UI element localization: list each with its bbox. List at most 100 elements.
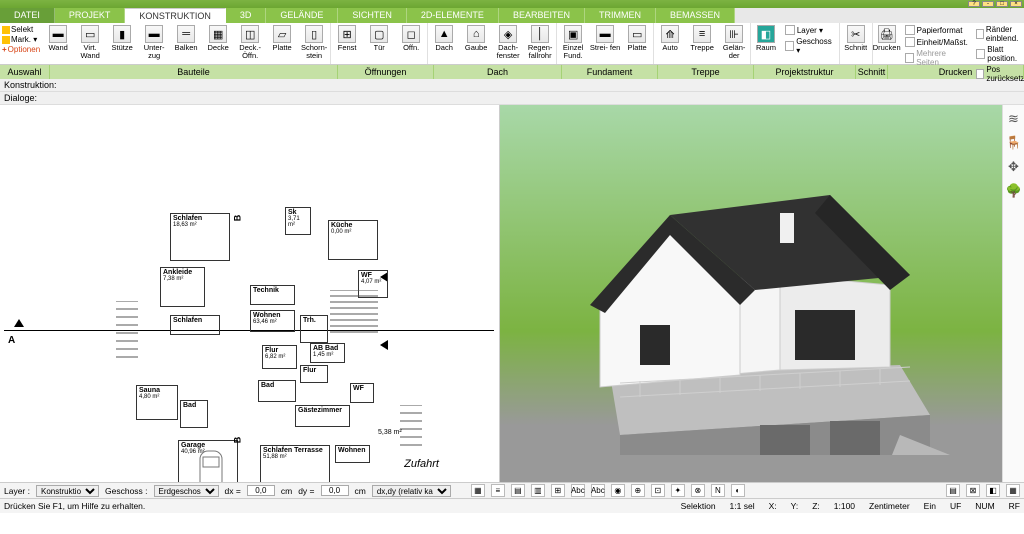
move-icon[interactable]: ✥ [1006, 159, 1022, 175]
schornstein-button[interactable]: ▯Schorn- stein [298, 23, 330, 64]
fenster-button[interactable]: ⊞Fenst [331, 23, 363, 64]
tab-3d[interactable]: 3D [226, 8, 267, 23]
room-box[interactable]: Wohnen [335, 445, 370, 463]
min-button[interactable]: - [982, 1, 994, 7]
gaube-button[interactable]: ⌂Gaube [460, 23, 492, 64]
room-box[interactable]: Flur6,82 m² [262, 345, 297, 369]
raum-button[interactable]: ◧Raum [751, 23, 781, 64]
blatt-button[interactable]: Blatt position. [976, 45, 1024, 63]
einzelfund-button[interactable]: ▣Einzel Fund. [557, 23, 589, 64]
layers-toggle-icon[interactable]: ≋ [1006, 111, 1022, 127]
furniture-icon[interactable]: 🪑 [1006, 135, 1022, 151]
room-name: Technik [253, 287, 292, 294]
tool-icon[interactable]: ✦ [671, 484, 685, 497]
papierformat-button[interactable]: Papierformat [905, 25, 968, 35]
tuer-button[interactable]: ▢Tür [363, 23, 395, 64]
3d-render-view[interactable] [500, 105, 1002, 482]
tab-sichten[interactable]: SICHTEN [338, 8, 407, 23]
tool-icon[interactable]: ◉ [611, 484, 625, 497]
tab-2d-elemente[interactable]: 2D-ELEMENTE [407, 8, 499, 23]
tool-icon[interactable]: ⊠ [966, 484, 980, 497]
room-box[interactable]: Trh. [300, 315, 328, 343]
tool-icon[interactable]: ⊡ [651, 484, 665, 497]
tab-gelaende[interactable]: GELÄNDE [266, 8, 338, 23]
tool-icon[interactable]: Abc [571, 484, 585, 497]
group-label-schnitt: Schnitt [856, 65, 888, 79]
selekt-button[interactable]: Selekt [11, 25, 33, 34]
tool-icon[interactable]: ▥ [531, 484, 545, 497]
room-box[interactable]: Flur [300, 365, 328, 383]
geschoss-select[interactable]: Erdgeschos [154, 485, 219, 497]
room-box[interactable]: Schlafen18,63 m² [170, 213, 230, 261]
dachfenster-button[interactable]: ◈Dach- fenster [492, 23, 524, 64]
mark-dropdown[interactable]: Mark. ▾ [11, 35, 37, 44]
room-box[interactable]: Wohnen63,46 m² [250, 310, 295, 332]
treppe-button[interactable]: ≡Treppe [686, 23, 718, 64]
room-box[interactable]: Bad [180, 400, 208, 428]
deckoeffn-button[interactable]: ◫Deck.- Öffn. [234, 23, 266, 64]
tool-icon[interactable]: ▦ [471, 484, 485, 497]
layer-select[interactable]: Konstruktio [36, 485, 99, 497]
status-bar: Drücken Sie F1, um Hilfe zu erhalten. Se… [0, 498, 1024, 513]
fallrohr-button[interactable]: │Regen- fallrohr [524, 23, 556, 64]
tool-icon[interactable]: ⊕ [631, 484, 645, 497]
tab-bearbeiten[interactable]: BEARBEITEN [499, 8, 585, 23]
tool-icon[interactable]: ◧ [986, 484, 1000, 497]
room-box[interactable]: Gästezimmer [295, 405, 350, 427]
help-button[interactable]: ? [968, 1, 980, 7]
unterzug-button[interactable]: ▬Unter- zug [138, 23, 170, 64]
auto-button[interactable]: ⟰Auto [654, 23, 686, 64]
platte2-button[interactable]: ▭Platte [621, 23, 653, 64]
wand-button[interactable]: ▬Wand [42, 23, 74, 64]
tool-icon[interactable]: ⊞ [551, 484, 565, 497]
tool-icon[interactable]: Abc [591, 484, 605, 497]
room-box[interactable]: Sauna4,80 m² [136, 385, 178, 420]
drucken-button[interactable]: 🖨Drucken [873, 23, 901, 64]
tool-icon[interactable]: N [711, 484, 725, 497]
room-box[interactable]: Schlafen [170, 315, 220, 335]
stuetze-button[interactable]: ▮Stütze [106, 23, 138, 64]
einheit-button[interactable]: Einheit/Maßst. [905, 37, 968, 47]
dx-input[interactable] [247, 485, 275, 496]
layer-dropdown[interactable]: Layer ▾ [797, 26, 823, 35]
room-box[interactable]: Schlafen Terrasse51,88 m² [260, 445, 330, 482]
tab-trimmen[interactable]: TRIMMEN [585, 8, 656, 23]
room-box[interactable]: Bad [258, 380, 296, 402]
oeffnung-button[interactable]: ◻Öffn. [395, 23, 427, 64]
streifen-button[interactable]: ▬Strei- fen [589, 23, 621, 64]
tree-icon[interactable]: 🌳 [1006, 183, 1022, 199]
room-box[interactable]: Sk3,71 m² [285, 207, 311, 235]
max-button[interactable]: □ [996, 1, 1008, 7]
room-box[interactable]: Technik [250, 285, 295, 305]
tool-icon[interactable]: ▤ [946, 484, 960, 497]
room-area: 7,38 m² [163, 276, 202, 282]
virt-wand-button[interactable]: ▭Virt. Wand [74, 23, 106, 64]
raender-button[interactable]: Ränder einblend. [976, 25, 1024, 43]
balken-button[interactable]: ═Balken [170, 23, 202, 64]
dach-button[interactable]: ▲Dach [428, 23, 460, 64]
tool-icon[interactable]: ◐ [731, 484, 745, 497]
tab-projekt[interactable]: PROJEKT [55, 8, 126, 23]
mode-select[interactable]: dx,dy (relativ ka [372, 485, 451, 497]
tab-datei[interactable]: DATEI [0, 8, 55, 23]
optionen-button[interactable]: Optionen [8, 45, 40, 54]
gelaender-button[interactable]: ⊪Gelän- der [718, 23, 750, 64]
decke-button[interactable]: ▦Decke [202, 23, 234, 64]
geschoss-dropdown[interactable]: Geschoss ▾ [796, 37, 835, 55]
tool-icon[interactable]: ▦ [1006, 484, 1020, 497]
tab-bemassen[interactable]: BEMASSEN [656, 8, 735, 23]
room-box[interactable]: Ankleide7,38 m² [160, 267, 205, 307]
storey-icon [785, 41, 794, 51]
close-button[interactable]: × [1010, 1, 1022, 7]
floorplan-view[interactable]: A Schlafen18,63 m²Ankleide7,38 m²Schlafe… [0, 105, 500, 482]
tool-icon[interactable]: ⊗ [691, 484, 705, 497]
tab-konstruktion[interactable]: KONSTRUKTION [125, 8, 226, 23]
schnitt-button[interactable]: ✂Schnitt [840, 23, 872, 64]
dy-input[interactable] [321, 485, 349, 496]
platte-button[interactable]: ▱Platte [266, 23, 298, 64]
section-icon: ✂ [847, 25, 865, 43]
tool-icon[interactable]: ▤ [511, 484, 525, 497]
room-box[interactable]: WF [350, 383, 374, 403]
tool-icon[interactable]: ≡ [491, 484, 505, 497]
room-box[interactable]: Küche0,00 m² [328, 220, 378, 260]
